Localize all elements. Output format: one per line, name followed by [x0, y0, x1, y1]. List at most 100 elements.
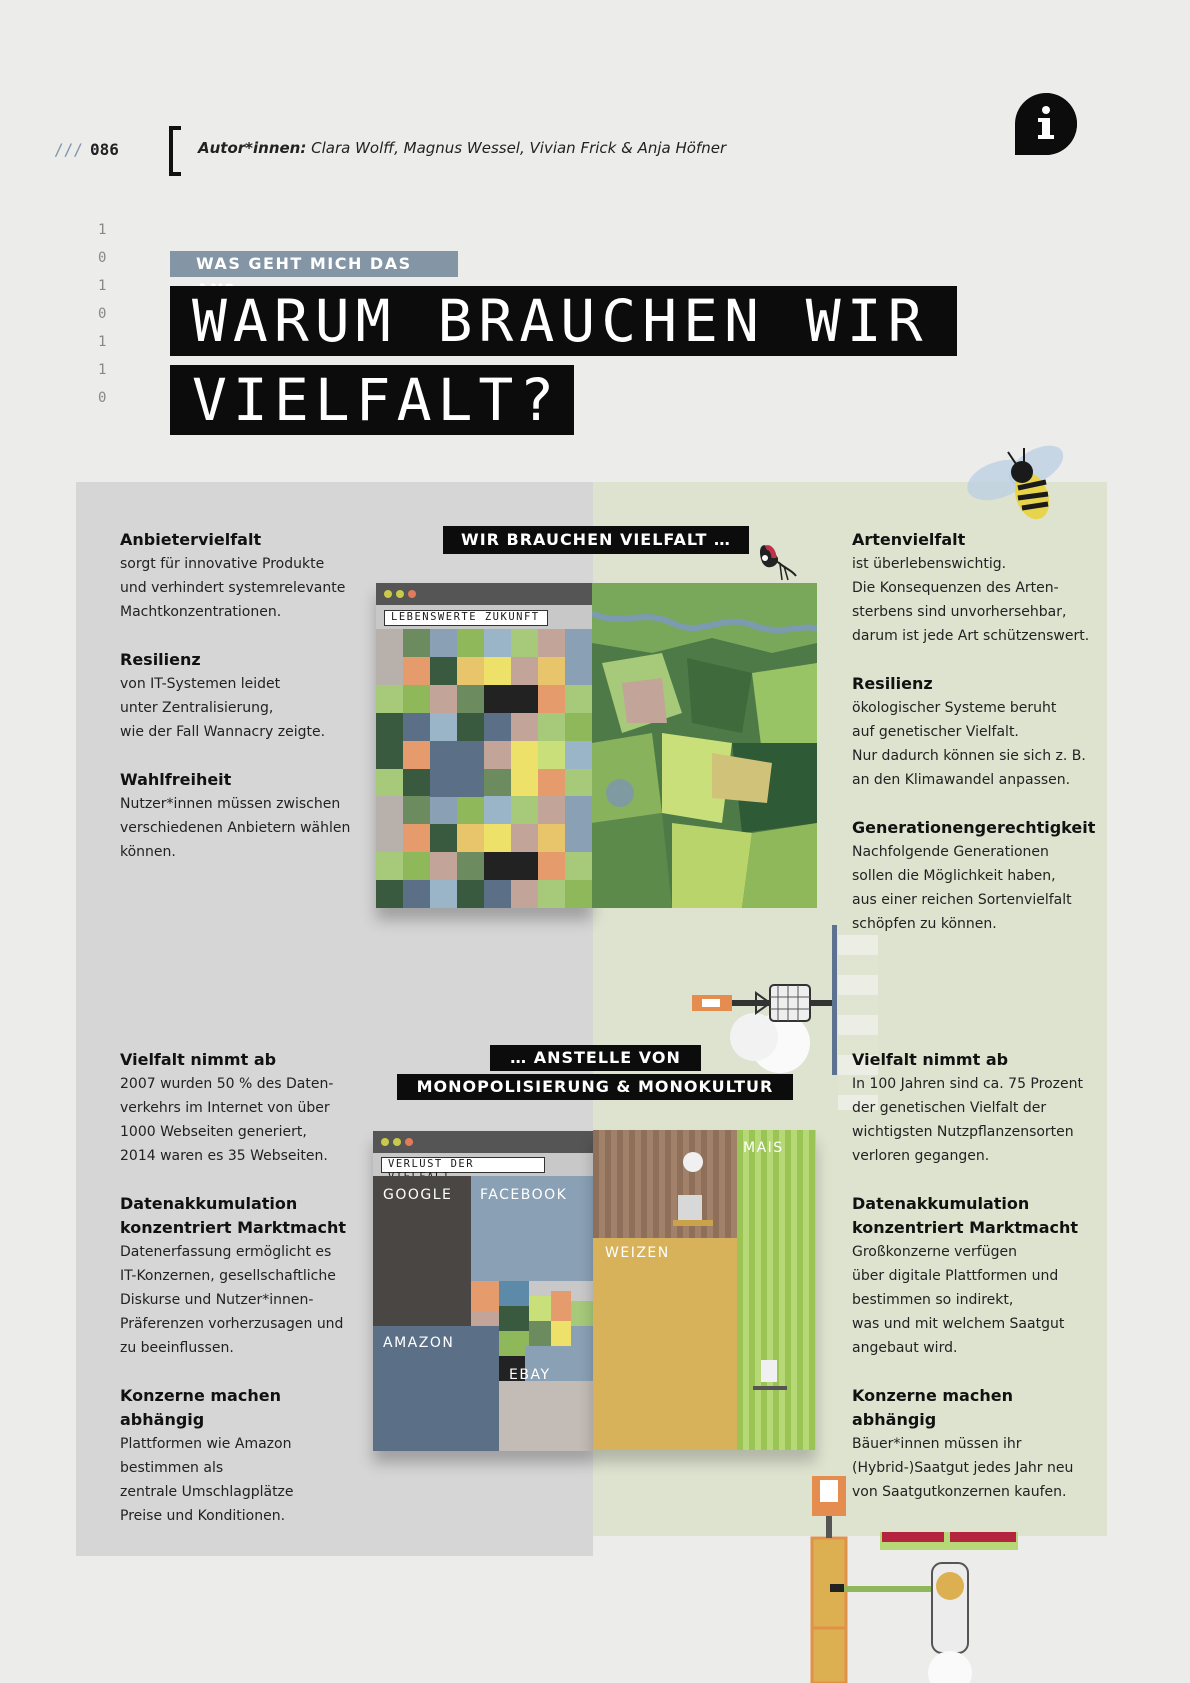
text-body: In 100 Jahren sind ca. 75 Prozent der ge… [852, 1076, 1083, 1164]
mosaic-cell [457, 852, 485, 881]
text-heading: Konzerne machen abhängig [852, 1386, 1013, 1429]
mosaic-cell [430, 629, 458, 658]
mosaic-cell [538, 768, 566, 797]
mosaic-cell [457, 880, 485, 908]
mosaic-cell [376, 824, 404, 853]
window-url-box: VERLUST DER VIELFALT [381, 1157, 545, 1183]
mosaic-cell [403, 852, 431, 881]
monoculture-fields: MAIS WEIZEN [593, 1130, 816, 1450]
text-heading: Wahlfreiheit [120, 770, 232, 789]
mosaic-cell [403, 712, 431, 742]
left-top-text: Anbietervielfalt sorgt für innovative Pr… [120, 528, 370, 864]
mosaic-cell [538, 629, 566, 658]
mosaic-cell [511, 824, 539, 853]
mosaic-cell [376, 684, 404, 714]
binary-digit: 1 [98, 222, 107, 238]
window-url-box: LEBENSWERTE ZUKUNFT [384, 610, 548, 626]
mosaic-cell [484, 656, 512, 686]
mosaic-cell [511, 656, 539, 686]
mosaic-cell [565, 656, 592, 686]
text-heading: Resilienz [852, 674, 933, 693]
mosaic-cell [565, 629, 592, 658]
text-heading: Generationengerechtigkeit [852, 818, 1096, 837]
mosaic-cell [499, 1281, 529, 1306]
mosaic-cell [403, 796, 431, 825]
page-number: 086 [90, 140, 119, 159]
mosaic-cell [565, 796, 592, 825]
mosaic-cell [484, 712, 512, 742]
mosaic-cell [565, 824, 592, 853]
ebay-label: EBAY [509, 1367, 551, 1383]
info-bubble-icon[interactable] [1015, 93, 1077, 155]
mosaic-cell [565, 740, 592, 769]
text-heading: Vielfalt nimmt ab [120, 1050, 277, 1069]
window-titlebar [373, 1131, 593, 1153]
mosaic-cell [511, 684, 539, 714]
window-titlebar [376, 583, 592, 605]
mosaic-cell [538, 852, 566, 881]
text-block: Vielfalt nimmt ab 2007 wurden 50 % des D… [120, 1048, 370, 1168]
right-bottom-text: Vielfalt nimmt ab In 100 Jahren sind ca.… [852, 1048, 1102, 1504]
diverse-landscape [592, 583, 817, 908]
mosaic-cell [376, 629, 404, 658]
mosaic-cell [403, 656, 431, 686]
diverse-mosaic [376, 629, 592, 908]
mosaic-cell [403, 740, 431, 769]
mosaic-cell [538, 824, 566, 853]
mosaic-cell [551, 1291, 571, 1321]
mosaic-cell [484, 629, 512, 658]
mosaic-cell [565, 684, 592, 714]
mosaic-cell [457, 656, 485, 686]
text-heading: Datenakkumulation konzentriert Marktmach… [120, 1194, 347, 1237]
page-title-line-1: WARUM BRAUCHEN WIR [170, 286, 957, 356]
text-heading: Anbietervielfalt [120, 530, 262, 549]
authors-label: Autor*innen: [198, 139, 307, 157]
text-body: 2007 wurden 50 % des Daten- verkehrs im … [120, 1076, 334, 1164]
text-heading: Vielfalt nimmt ab [852, 1050, 1009, 1069]
mosaic-cell [511, 768, 539, 797]
mosaic-cell [511, 712, 539, 742]
amazon-label: AMAZON [383, 1335, 455, 1351]
text-body: ökologischer Systeme beruht auf genetisc… [852, 700, 1086, 788]
bee-icon [967, 445, 1064, 520]
text-body: sorgt für innovative Produkte und verhin… [120, 556, 346, 620]
window-dot [396, 590, 404, 598]
mosaic-cell [471, 1281, 499, 1311]
binary-digit: 1 [98, 362, 107, 378]
text-block: Wahlfreiheit Nutzer*innen müssen zwische… [120, 768, 370, 864]
window-dot [381, 1138, 389, 1146]
text-block: Datenakkumulation konzentriert Marktmach… [852, 1192, 1102, 1360]
wheat-label: WEIZEN [605, 1245, 670, 1261]
mosaic-cell [538, 880, 566, 908]
text-body: Großkonzerne verfügen über digitale Plat… [852, 1244, 1065, 1356]
text-heading: Resilienz [120, 650, 201, 669]
left-bottom-text: Vielfalt nimmt ab 2007 wurden 50 % des D… [120, 1048, 370, 1528]
mosaic-cell [511, 629, 539, 658]
mosaic-cell [430, 684, 458, 714]
mosaic-cell [457, 629, 485, 658]
mosaic-cell [484, 824, 512, 853]
text-body: ist überlebenswichtig. Die Konsequenzen … [852, 556, 1090, 644]
mosaic-cell [430, 656, 458, 686]
mosaic-cell [551, 1321, 571, 1346]
mosaic-cell [538, 796, 566, 825]
window-dot [393, 1138, 401, 1146]
binary-digit: 0 [98, 306, 107, 322]
mosaic-cell [511, 852, 539, 881]
mosaic-cell [430, 824, 458, 853]
text-block: Resilienz von IT-Systemen leidet unter Z… [120, 648, 370, 744]
mosaic-cell [511, 796, 539, 825]
mosaic-cell [538, 684, 566, 714]
facebook-label: FACEBOOK [480, 1187, 568, 1203]
kicker-label: WAS GEHT MICH DAS AN? [170, 251, 458, 299]
mosaic-cell [538, 656, 566, 686]
text-block: Resilienz ökologischer Systeme beruht au… [852, 672, 1102, 792]
text-block: Datenakkumulation konzentriert Marktmach… [120, 1192, 370, 1360]
mosaic-cell [571, 1301, 593, 1326]
plowed-field [593, 1130, 737, 1238]
mosaic-cell [571, 1326, 593, 1346]
harvester-icon [673, 1152, 713, 1226]
mosaic-cell [565, 712, 592, 742]
mosaic-cell [376, 880, 404, 908]
google-label: GOOGLE [383, 1187, 453, 1203]
